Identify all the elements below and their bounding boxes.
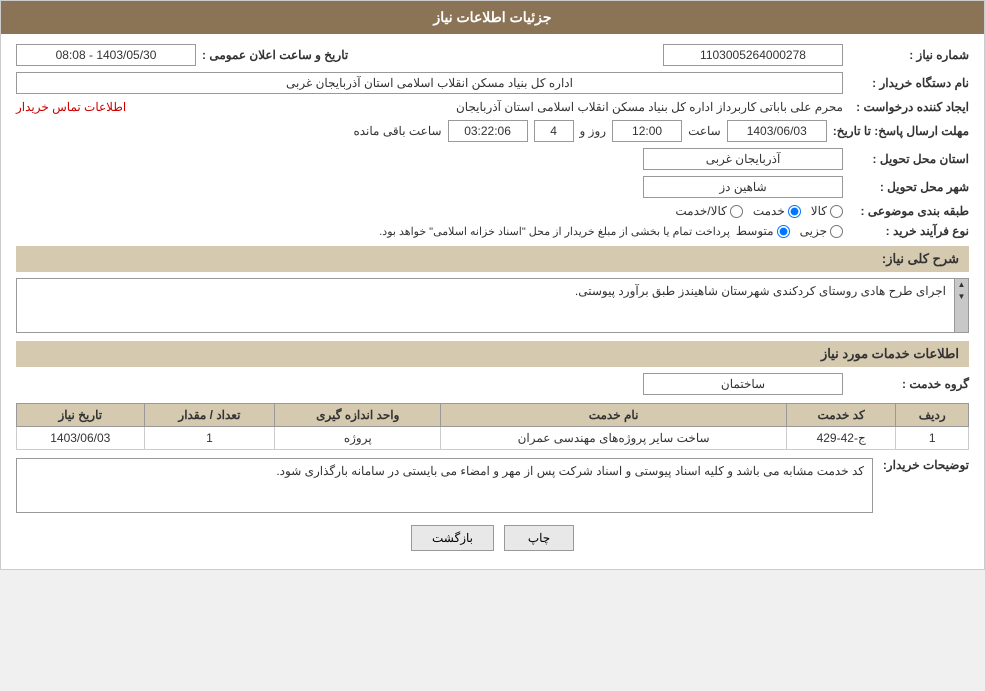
buyer-notes-value: کد خدمت مشابه می باشد و کلیه اسناد پیوست… [16, 458, 873, 513]
purchase-type-label-jozi: جزیی [800, 224, 827, 238]
announcement-date-label: تاریخ و ساعت اعلان عمومی : [202, 48, 348, 62]
province-label: استان محل تحویل : [849, 152, 969, 166]
services-table-section: ردیف کد خدمت نام خدمت واحد اندازه گیری ت… [16, 403, 969, 450]
purchase-type-note: پرداخت تمام یا بخشی از مبلغ خریدار از مح… [16, 225, 730, 238]
scroll-down-arrow[interactable]: ▼ [958, 292, 966, 302]
services-table: ردیف کد خدمت نام خدمت واحد اندازه گیری ت… [16, 403, 969, 450]
cell-unit: پروژه [275, 427, 441, 450]
cell-service-name: ساخت سایر پروژه‌های مهندسی عمران [441, 427, 787, 450]
province-row: استان محل تحویل : آذربایجان غربی [16, 148, 969, 170]
services-section-header: اطلاعات خدمات مورد نیاز [16, 341, 969, 367]
col-header-service-name: نام خدمت [441, 404, 787, 427]
deadline-label: مهلت ارسال پاسخ: تا تاریخ: [833, 124, 969, 138]
col-header-row-num: ردیف [896, 404, 969, 427]
cell-quantity: 1 [144, 427, 275, 450]
cell-row-num: 1 [896, 427, 969, 450]
table-header: ردیف کد خدمت نام خدمت واحد اندازه گیری ت… [17, 404, 969, 427]
buyer-org-label: نام دستگاه خریدار : [849, 76, 969, 90]
category-label-kala-khedmat: کالا/خدمت [675, 204, 726, 218]
col-header-quantity: تعداد / مقدار [144, 404, 275, 427]
page-wrapper: جزئیات اطلاعات نیاز شماره نیاز : 1103005… [0, 0, 985, 570]
category-radio-kala-khedmat[interactable] [730, 205, 743, 218]
category-radio-kala[interactable] [830, 205, 843, 218]
creator-contact-link[interactable]: اطلاعات تماس خریدار [16, 100, 126, 114]
deadline-time-label: ساعت [688, 124, 721, 138]
cell-date: 1403/06/03 [17, 427, 145, 450]
button-row: چاپ بازگشت [16, 525, 969, 551]
buyer-notes-label: توضیحات خریدار: [879, 458, 969, 472]
cell-service-code: ج-42-429 [786, 427, 895, 450]
service-group-value: ساختمان [643, 373, 843, 395]
page-header: جزئیات اطلاعات نیاز [1, 1, 984, 34]
table-body: 1 ج-42-429 ساخت سایر پروژه‌های مهندسی عم… [17, 427, 969, 450]
category-row: طبقه بندی موضوعی : کالا خدمت کالا/خدمت [16, 204, 969, 218]
page-title: جزئیات اطلاعات نیاز [433, 9, 551, 25]
purchase-type-label-mottavaset: متوسط [736, 224, 774, 238]
deadline-row: مهلت ارسال پاسخ: تا تاریخ: 1403/06/03 سا… [16, 120, 969, 142]
service-group-row: گروه خدمت : ساختمان [16, 373, 969, 395]
city-row: شهر محل تحویل : شاهین دز [16, 176, 969, 198]
description-text: اجرای طرح هادی روستای کردکندی شهرستان شا… [17, 279, 954, 332]
description-section-header: شرح کلی نیاز: [16, 246, 969, 272]
back-button[interactable]: بازگشت [411, 525, 494, 551]
description-row: ▲ ▼ اجرای طرح هادی روستای کردکندی شهرستا… [16, 278, 969, 333]
category-option-1: کالا [811, 204, 843, 218]
announcement-date-value: 1403/05/30 - 08:08 [16, 44, 196, 66]
purchase-type-options: جزیی متوسط [736, 224, 843, 238]
purchase-type-radio-jozi[interactable] [830, 225, 843, 238]
creator-label: ایجاد کننده درخواست : [849, 100, 969, 114]
description-container: ▲ ▼ اجرای طرح هادی روستای کردکندی شهرستا… [16, 278, 969, 333]
purchase-type-option-2: متوسط [736, 224, 790, 238]
creator-row: ایجاد کننده درخواست : محرم علی باباتی کا… [16, 100, 969, 114]
buyer-notes-row: توضیحات خریدار: کد خدمت مشابه می باشد و … [16, 458, 969, 513]
city-value: شاهین دز [643, 176, 843, 198]
category-label-kala: کالا [811, 204, 827, 218]
need-number-value: 1103005264000278 [663, 44, 843, 66]
category-label: طبقه بندی موضوعی : [849, 204, 969, 218]
creator-value: محرم علی باباتی کاربرداز اداره کل بنیاد … [132, 100, 843, 114]
print-button[interactable]: چاپ [504, 525, 574, 551]
col-header-date: تاریخ نیاز [17, 404, 145, 427]
deadline-remaining-value: 03:22:06 [448, 120, 528, 142]
description-section-label: شرح کلی نیاز: [882, 251, 959, 266]
city-label: شهر محل تحویل : [849, 180, 969, 194]
category-options: کالا خدمت کالا/خدمت [675, 204, 843, 218]
services-section-label: اطلاعات خدمات مورد نیاز [821, 346, 959, 361]
deadline-time-value: 12:00 [612, 120, 682, 142]
scroll-bar: ▲ ▼ [954, 279, 968, 332]
purchase-type-label: نوع فرآیند خرید : [849, 224, 969, 238]
table-header-row: ردیف کد خدمت نام خدمت واحد اندازه گیری ت… [17, 404, 969, 427]
table-row: 1 ج-42-429 ساخت سایر پروژه‌های مهندسی عم… [17, 427, 969, 450]
col-header-service-code: کد خدمت [786, 404, 895, 427]
main-content: شماره نیاز : 1103005264000278 تاریخ و سا… [1, 34, 984, 569]
need-number-row: شماره نیاز : 1103005264000278 تاریخ و سا… [16, 44, 969, 66]
buyer-org-value: اداره کل بنیاد مسکن انقلاب اسلامی استان … [16, 72, 843, 94]
category-option-2: خدمت [753, 204, 801, 218]
category-option-3: کالا/خدمت [675, 204, 742, 218]
category-label-khedmat: خدمت [753, 204, 785, 218]
purchase-type-row: نوع فرآیند خرید : جزیی متوسط پرداخت تمام… [16, 224, 969, 238]
category-radio-khedmat[interactable] [788, 205, 801, 218]
need-number-label: شماره نیاز : [849, 48, 969, 62]
buyer-org-row: نام دستگاه خریدار : اداره کل بنیاد مسکن … [16, 72, 969, 94]
col-header-unit: واحد اندازه گیری [275, 404, 441, 427]
purchase-type-radio-mottavaset[interactable] [777, 225, 790, 238]
service-group-label: گروه خدمت : [849, 377, 969, 391]
purchase-type-option-1: جزیی [800, 224, 843, 238]
deadline-days-label: روز و [580, 124, 607, 138]
deadline-remaining-label: ساعت باقی مانده [353, 124, 441, 138]
deadline-days-value: 4 [534, 120, 574, 142]
scroll-up-arrow[interactable]: ▲ [958, 280, 966, 290]
deadline-date-value: 1403/06/03 [727, 120, 827, 142]
province-value: آذربایجان غربی [643, 148, 843, 170]
